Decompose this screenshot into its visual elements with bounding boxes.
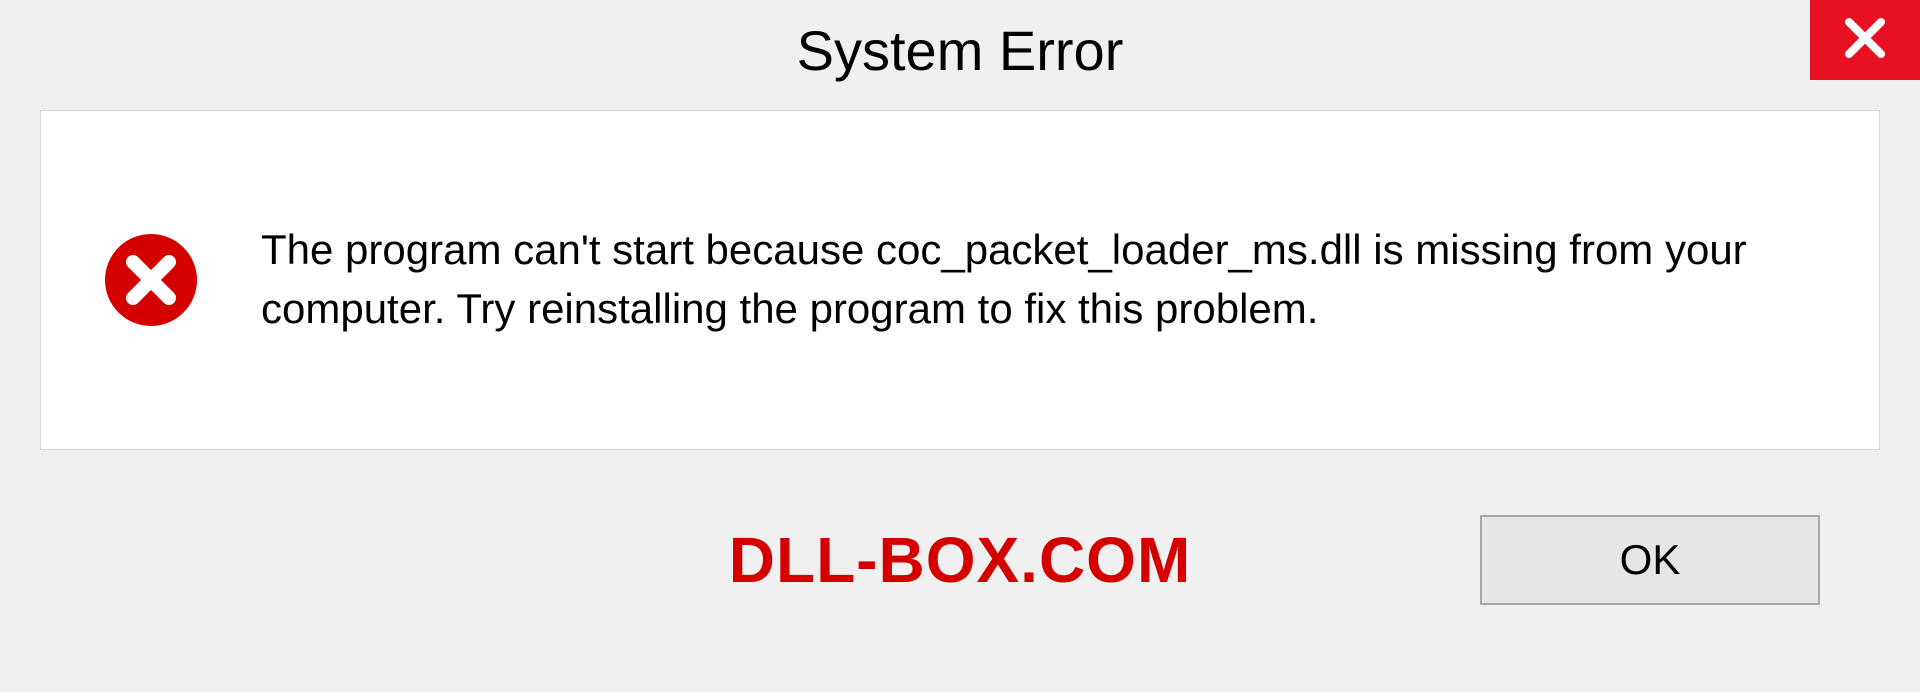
close-button[interactable] xyxy=(1810,0,1920,80)
window-title: System Error xyxy=(797,18,1124,83)
dialog-content: The program can't start because coc_pack… xyxy=(40,110,1880,450)
dialog-footer: DLL-BOX.COM OK xyxy=(40,450,1880,670)
close-icon xyxy=(1841,14,1889,67)
titlebar: System Error xyxy=(0,0,1920,100)
error-message: The program can't start because coc_pack… xyxy=(261,221,1819,339)
ok-button[interactable]: OK xyxy=(1480,515,1820,605)
watermark-text: DLL-BOX.COM xyxy=(729,523,1192,597)
error-icon xyxy=(101,230,201,330)
